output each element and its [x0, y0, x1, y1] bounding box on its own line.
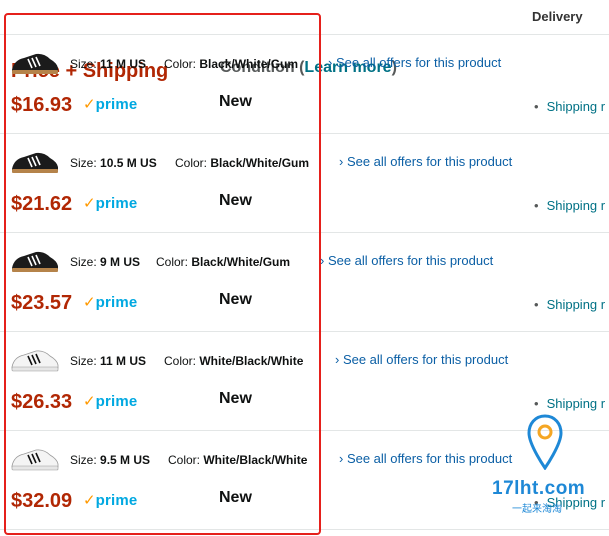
offer-color: Color: White/Black/White: [168, 453, 307, 467]
offer-size: Size: 10.5 M US: [70, 156, 157, 170]
see-all-offers-link[interactable]: › See all offers for this product: [320, 253, 493, 268]
see-all-offers-link[interactable]: › See all offers for this product: [328, 55, 501, 70]
size-label: Size:: [70, 57, 97, 71]
shipping-info: • Shipping r: [534, 99, 605, 114]
size-value: 10.5 M US: [100, 156, 157, 170]
see-all-offers-link[interactable]: › See all offers for this product: [335, 352, 508, 367]
offer-price: $23.57: [11, 292, 73, 314]
size-value: 11 M US: [100, 57, 147, 71]
shoe-thumbnail-image[interactable]: [10, 345, 60, 373]
color-label: Color:: [164, 57, 197, 71]
prime-logo-text: prime: [95, 393, 138, 410]
shoe-thumbnail-image[interactable]: [10, 246, 60, 274]
offers-table-header: Price + Shipping Condition (Learn more) …: [0, 0, 609, 82]
offer-price: $21.62: [11, 193, 73, 215]
shipping-link[interactable]: Shipping r: [547, 198, 606, 213]
offer-condition: New: [219, 489, 252, 506]
color-label: Color:: [175, 156, 208, 170]
bullet-icon: •: [534, 396, 539, 411]
color-value: Black/White/Gum: [191, 255, 291, 269]
prime-logo-text: prime: [95, 96, 138, 113]
prime-check-icon: ✓: [83, 492, 96, 509]
watermark: 17lht.com 一起来淘淘: [490, 414, 605, 520]
color-label: Color:: [156, 255, 189, 269]
offer-size: Size: 11 M US: [70, 354, 146, 368]
color-label: Color:: [164, 354, 197, 368]
delivery-column-header: Delivery: [532, 9, 583, 24]
offer-price: $32.09: [11, 490, 73, 512]
offer-row: Size: 10.5 M US Color: Black/White/Gum ›…: [0, 133, 609, 233]
size-value: 9.5 M US: [100, 453, 151, 467]
offer-size: Size: 11 M US: [70, 57, 146, 71]
prime-check-icon: ✓: [83, 393, 96, 410]
location-pin-icon: [527, 414, 563, 470]
offer-size: Size: 9 M US: [70, 255, 140, 269]
bullet-icon: •: [534, 198, 539, 213]
offer-price: $16.93: [11, 94, 73, 116]
prime-badge: ✓prime: [83, 194, 137, 212]
offer-condition: New: [219, 390, 252, 407]
color-value: Black/White/Gum: [210, 156, 310, 170]
prime-badge: ✓prime: [83, 491, 137, 509]
see-all-offers-link[interactable]: › See all offers for this product: [339, 451, 512, 466]
offer-condition: New: [219, 93, 252, 110]
watermark-brand: 17lht.com: [492, 478, 586, 499]
prime-check-icon: ✓: [83, 294, 96, 311]
prime-badge: ✓prime: [83, 95, 137, 113]
shoe-thumbnail-image[interactable]: [10, 147, 60, 175]
shipping-link[interactable]: Shipping r: [547, 99, 606, 114]
prime-check-icon: ✓: [83, 96, 96, 113]
bullet-icon: •: [534, 297, 539, 312]
prime-badge: ✓prime: [83, 293, 137, 311]
size-label: Size:: [70, 453, 97, 467]
prime-badge: ✓prime: [83, 392, 137, 410]
shipping-link[interactable]: Shipping r: [547, 297, 606, 312]
size-value: 9 M US: [100, 255, 141, 269]
shipping-link[interactable]: Shipping r: [547, 396, 606, 411]
shipping-info: • Shipping r: [534, 297, 605, 312]
see-all-offers-link[interactable]: › See all offers for this product: [339, 154, 512, 169]
shoe-thumbnail-image[interactable]: [10, 48, 60, 76]
size-value: 11 M US: [100, 354, 147, 368]
color-value: White/Black/White: [199, 354, 304, 368]
offer-size: Size: 9.5 M US: [70, 453, 150, 467]
offer-condition: New: [219, 291, 252, 308]
offer-color: Color: White/Black/White: [164, 354, 303, 368]
prime-logo-text: prime: [95, 195, 138, 212]
prime-logo-text: prime: [95, 294, 138, 311]
color-label: Color:: [168, 453, 201, 467]
prime-check-icon: ✓: [83, 195, 96, 212]
shipping-info: • Shipping r: [534, 198, 605, 213]
color-value: Black/White/Gum: [199, 57, 299, 71]
shipping-info: • Shipping r: [534, 396, 605, 411]
offer-row: Size: 11 M US Color: Black/White/Gum › S…: [0, 34, 609, 134]
size-label: Size:: [70, 255, 97, 269]
size-label: Size:: [70, 354, 97, 368]
offer-row: Size: 9 M US Color: Black/White/Gum › Se…: [0, 232, 609, 332]
watermark-subtitle: 一起来淘淘: [512, 504, 562, 515]
offer-condition: New: [219, 192, 252, 209]
offer-color: Color: Black/White/Gum: [164, 57, 298, 71]
bullet-icon: •: [534, 99, 539, 114]
prime-logo-text: prime: [95, 492, 138, 509]
offer-color: Color: Black/White/Gum: [156, 255, 290, 269]
color-value: White/Black/White: [203, 453, 308, 467]
offer-price: $26.33: [11, 391, 73, 413]
offer-color: Color: Black/White/Gum: [175, 156, 309, 170]
shoe-thumbnail-image[interactable]: [10, 444, 60, 472]
size-label: Size:: [70, 156, 97, 170]
